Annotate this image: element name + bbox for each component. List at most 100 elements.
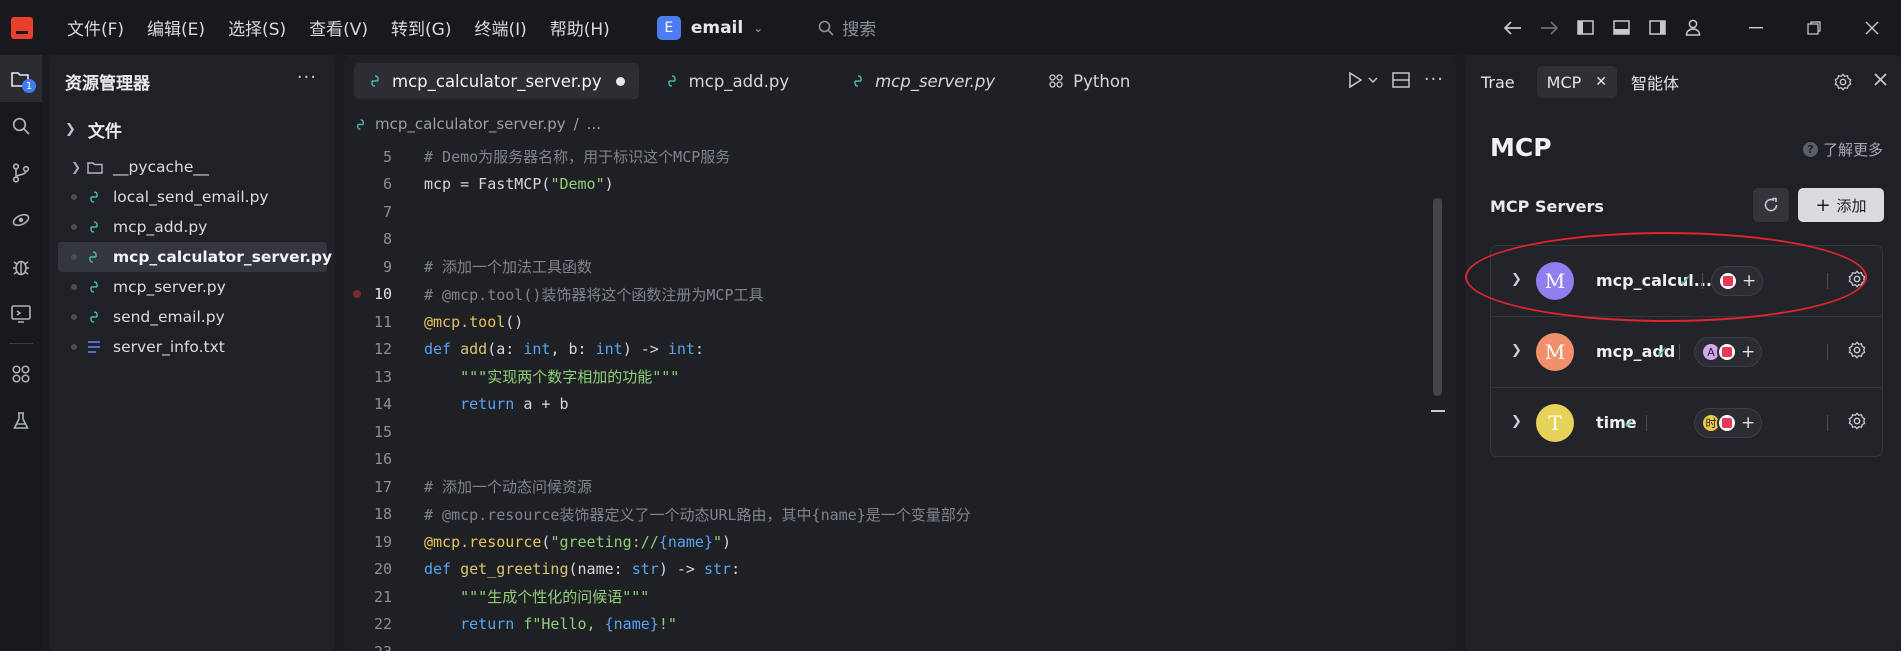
project-switcher[interactable]: E email ⌄	[656, 15, 763, 40]
divider	[1827, 415, 1828, 431]
files-section-header[interactable]: ❯ 文件	[65, 117, 122, 142]
minimize-icon[interactable]	[1727, 26, 1785, 29]
remote-explorer-activity-button[interactable]	[0, 290, 42, 337]
search-activity-button[interactable]	[0, 102, 42, 149]
split-editor-icon[interactable]	[1392, 71, 1410, 88]
line-number: 23	[344, 643, 392, 651]
code-line: 16	[344, 446, 1444, 474]
agent-assign[interactable]: A +	[1694, 337, 1763, 367]
status-dot	[71, 344, 77, 350]
debug-activity-button[interactable]	[0, 243, 42, 290]
close-window-icon[interactable]	[1843, 21, 1901, 35]
chevron-right-icon[interactable]: ❯	[1511, 343, 1522, 358]
python-file-icon	[851, 74, 865, 88]
status-dot	[71, 224, 77, 230]
tree-file[interactable]: mcp_add.py	[49, 212, 335, 242]
agent-chip	[1717, 342, 1737, 362]
gear-icon[interactable]	[1848, 412, 1866, 434]
menu-item[interactable]: 查看(V)	[309, 15, 368, 40]
menu-item[interactable]: 编辑(E)	[147, 15, 205, 40]
app-logo	[11, 16, 33, 39]
editor-tab[interactable]: mcp_add.py	[651, 63, 803, 99]
gear-icon[interactable]	[1834, 73, 1852, 91]
search-box[interactable]: 搜索	[818, 15, 876, 40]
plus-icon: +	[1741, 413, 1756, 433]
code-view[interactable]: 5 # Demo为服务器名称，用于标识这个MCP服务 6 mcp = FastMCP(…	[344, 143, 1444, 651]
panel-header-actions	[1834, 73, 1887, 91]
tree-file[interactable]: server_info.txt	[49, 332, 335, 362]
tab-label: Trae	[1481, 72, 1515, 92]
breadcrumb-file[interactable]: mcp_calculator_server.py	[375, 115, 566, 133]
explorer-title: 资源管理器	[65, 74, 150, 94]
refresh-button[interactable]	[1753, 188, 1789, 222]
editor-tab[interactable]: Python	[1035, 63, 1144, 99]
close-icon[interactable]	[1874, 73, 1887, 86]
more-actions-icon[interactable]: ···	[1424, 69, 1444, 90]
code-line: 12 def add(a: int, b: int) -> int:	[344, 336, 1444, 364]
divider	[1702, 273, 1703, 289]
close-tab-icon[interactable]: ✕	[1595, 74, 1607, 90]
code-line: 7	[344, 198, 1444, 226]
status-dot	[71, 314, 77, 320]
breadcrumb-more[interactable]: ...	[587, 115, 601, 133]
add-label: 添加	[1836, 196, 1867, 215]
chevron-right-icon[interactable]: ❯	[1511, 272, 1522, 287]
learn-more-link[interactable]: ? 了解更多	[1802, 139, 1883, 160]
text-file-icon	[87, 341, 101, 353]
code-line: 5 # Demo为服务器名称，用于标识这个MCP服务	[344, 143, 1444, 171]
back-arrow-icon[interactable]	[1495, 20, 1531, 35]
tab-trae[interactable]: Trae	[1481, 66, 1523, 98]
tree-file[interactable]: mcp_calculator_server.py	[58, 242, 332, 272]
gear-icon[interactable]	[1848, 270, 1866, 292]
python-file-icon	[87, 190, 101, 204]
chevron-down-icon[interactable]	[1368, 76, 1378, 84]
gear-icon[interactable]	[1848, 341, 1866, 363]
menu-item[interactable]: 文件(F)	[67, 15, 124, 40]
editor-tab[interactable]: mcp_server.py	[837, 63, 1009, 99]
python-file-icon	[368, 74, 382, 88]
scrollbar-cursor-marker	[1431, 410, 1445, 412]
chevron-right-icon[interactable]: ❯	[1511, 414, 1522, 429]
menu-item[interactable]: 选择(S)	[228, 15, 286, 40]
menu-item[interactable]: 转到(G)	[391, 15, 451, 40]
menu-item[interactable]: 帮助(H)	[550, 15, 610, 40]
divider	[1827, 344, 1828, 360]
run-icon[interactable]	[1348, 71, 1362, 88]
more-actions-icon[interactable]: ···	[297, 67, 317, 88]
mcp-server-row[interactable]: ❯ Mmcp_calcul... ✓ +	[1491, 246, 1882, 317]
code-line: 22 return f"Hello, {name}!"	[344, 611, 1444, 639]
mcp-server-row[interactable]: ❯ Mmcp_add ✓ A +	[1491, 317, 1882, 388]
project-badge: E	[656, 15, 681, 40]
mcp-server-row[interactable]: ❯ Ttime ✓ 时 +	[1491, 388, 1882, 459]
testing-activity-button[interactable]	[0, 397, 42, 444]
editor-scrollbar[interactable]	[1433, 198, 1442, 396]
chevron-down-icon: ❯	[65, 122, 76, 137]
code-line: 9 # 添加一个加法工具函数	[344, 253, 1444, 281]
extensions-activity-button[interactable]	[0, 350, 42, 397]
agent-assign[interactable]: 时 +	[1694, 408, 1763, 438]
tree-file[interactable]: mcp_server.py	[49, 272, 335, 302]
agent-assign[interactable]: +	[1711, 266, 1764, 296]
account-icon[interactable]	[1675, 19, 1711, 36]
tree-folder[interactable]: ❯ __pycache__	[49, 152, 335, 182]
line-number: 15	[373, 422, 392, 441]
forward-arrow-icon[interactable]	[1531, 20, 1567, 35]
editor-tab[interactable]: mcp_calculator_server.py	[354, 63, 639, 99]
remote-activity-button[interactable]	[0, 196, 42, 243]
menu-item[interactable]: 终端(I)	[474, 15, 526, 40]
file-tree: ❯ __pycache__ local_send_email.py mcp_add.p…	[49, 152, 335, 362]
add-server-button[interactable]: + 添加	[1798, 188, 1884, 222]
code-line: 23	[344, 638, 1444, 651]
restore-icon[interactable]	[1785, 20, 1843, 35]
tab-mcp[interactable]: MCP ✕	[1536, 66, 1618, 98]
line-number: 17	[373, 477, 392, 496]
toggle-bottom-panel-icon[interactable]	[1603, 20, 1639, 35]
tab-agents[interactable]: 智能体	[1631, 66, 1687, 98]
source-control-activity-button[interactable]	[0, 149, 42, 196]
toggle-left-panel-icon[interactable]	[1567, 20, 1603, 35]
toggle-right-panel-icon[interactable]	[1639, 20, 1675, 35]
line-number: 7	[382, 202, 392, 221]
tree-file[interactable]: local_send_email.py	[49, 182, 335, 212]
explorer-activity-button[interactable]: 1	[0, 55, 42, 102]
tree-file[interactable]: send_email.py	[49, 302, 335, 332]
